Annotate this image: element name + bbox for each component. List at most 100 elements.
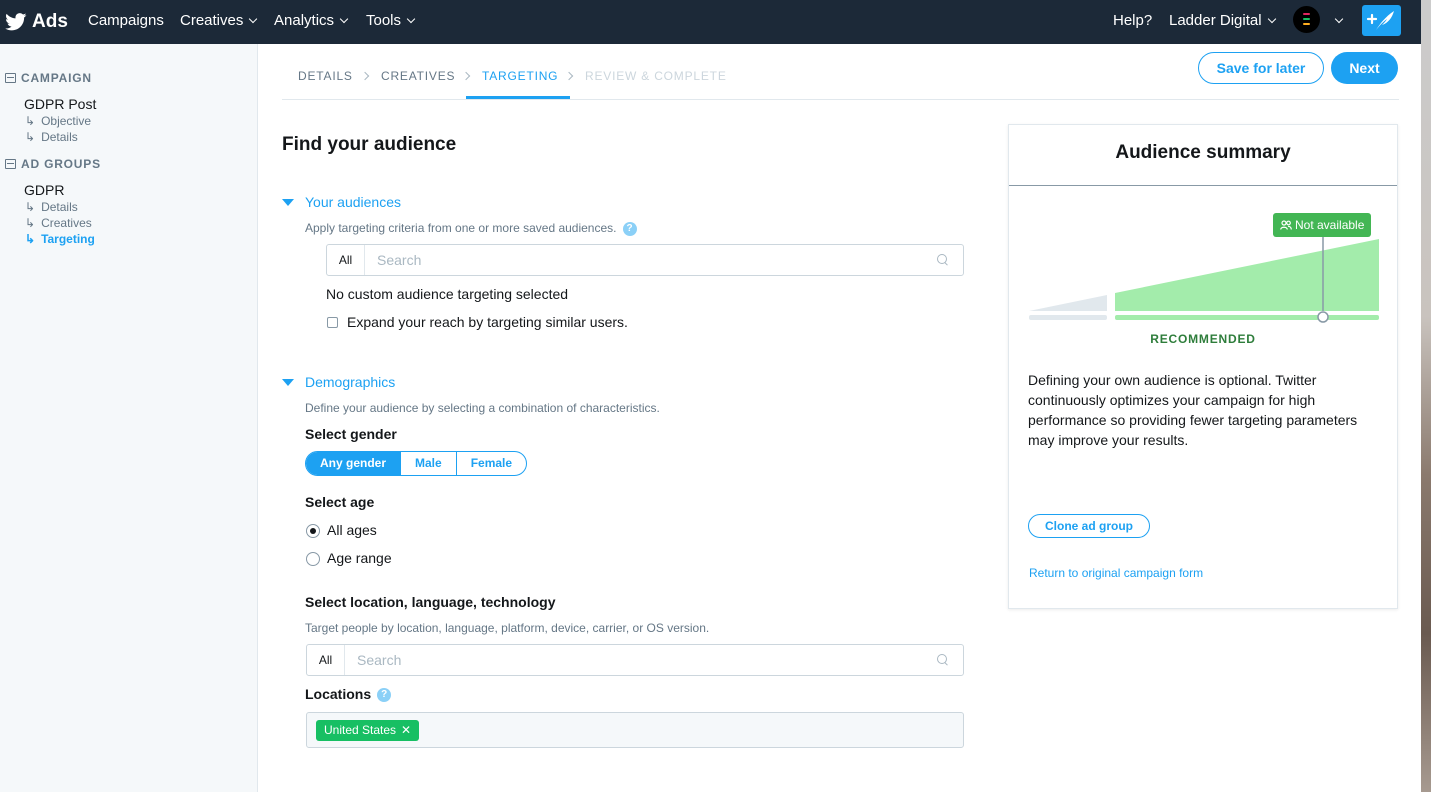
badge-label: Not available <box>1295 218 1365 232</box>
twitter-bird-icon <box>5 13 27 31</box>
description-text: Apply targeting criteria from one or mor… <box>305 221 617 235</box>
your-audiences-toggle[interactable]: Your audiences <box>305 194 401 210</box>
age-label: Select age <box>305 494 375 510</box>
clone-ad-group-button[interactable]: Clone ad group <box>1028 514 1150 538</box>
nav-creatives[interactable]: Creatives <box>180 0 258 44</box>
audience-search-input[interactable]: Search <box>377 245 421 275</box>
search-icon <box>937 254 948 265</box>
chevron-right-icon <box>461 71 471 81</box>
account-menu[interactable]: Ladder Digital <box>1169 0 1276 44</box>
nav-tools[interactable]: Tools <box>366 0 416 44</box>
audience-summary-card: Audience summary Not available RECOMMEND… <box>1008 124 1398 609</box>
demographics-toggle[interactable]: Demographics <box>305 374 395 390</box>
sub-arrow-icon: ↳ <box>25 200 36 214</box>
desktop-background-edge <box>1421 0 1431 792</box>
campaign-icon <box>5 73 16 83</box>
sidebar-item-campaign-name[interactable]: GDPR Post <box>24 96 96 112</box>
account-name: Ladder Digital <box>1169 12 1262 29</box>
campaign-heading-label: CAMPAIGN <box>21 71 92 85</box>
help-icon[interactable]: ? <box>377 688 392 703</box>
sidebar-item-objective[interactable]: ↳ Objective <box>25 114 91 128</box>
help-label: Help? <box>1113 12 1153 29</box>
compose-tweet-icon <box>1366 11 1394 30</box>
adgroups-heading-label: AD GROUPS <box>21 157 101 171</box>
audience-filter-all[interactable]: All <box>327 245 365 275</box>
sidebar-item-creatives[interactable]: ↳ Creatives <box>25 216 92 230</box>
age-option-range-label[interactable]: Age range <box>327 550 392 566</box>
sub-arrow-icon: ↳ <box>25 232 36 246</box>
save-for-later-button[interactable]: Save for later <box>1198 52 1324 84</box>
nav-analytics-label: Analytics <box>274 12 335 29</box>
no-audience-status: No custom audience targeting selected <box>326 286 569 302</box>
location-tag: United States ✕ <box>316 720 420 741</box>
sub-arrow-icon: ↳ <box>25 114 36 128</box>
location-search: All Search <box>306 644 964 676</box>
active-step-indicator <box>466 96 570 99</box>
brand-label: Ads <box>32 11 68 32</box>
help-link[interactable]: Help? <box>1113 0 1152 44</box>
sidebar-item-label: Details <box>41 130 78 144</box>
nav-campaigns[interactable]: Campaigns <box>88 0 164 44</box>
sidebar-item-targeting[interactable]: ↳ Targeting <box>25 232 95 246</box>
sidebar-item-adgroup-name[interactable]: GDPR <box>24 182 64 198</box>
sidebar-campaign-heading: CAMPAIGN <box>5 71 92 85</box>
your-audiences-description: Apply targeting criteria from one or mor… <box>305 221 637 236</box>
step-targeting[interactable]: TARGETING <box>482 69 558 83</box>
chevron-down-icon <box>339 14 349 24</box>
location-filter-all[interactable]: All <box>307 645 345 675</box>
ad-groups-icon <box>5 159 16 169</box>
sidebar-item-label: Targeting <box>41 232 95 246</box>
audience-search: All Search <box>326 244 964 276</box>
nav-analytics[interactable]: Analytics <box>274 0 349 44</box>
remove-tag-icon[interactable]: ✕ <box>401 723 411 737</box>
summary-description: Defining your own audience is optional. … <box>1028 372 1358 448</box>
gender-label: Select gender <box>305 426 397 442</box>
chevron-down-icon <box>1267 14 1276 24</box>
step-review-complete: REVIEW & COMPLETE <box>585 69 727 83</box>
chevron-right-icon <box>360 71 370 81</box>
locations-field[interactable]: United States ✕ <box>306 712 964 748</box>
gender-selector: Any gender Male Female <box>305 451 528 476</box>
nav-campaigns-label: Campaigns <box>88 12 164 29</box>
gender-option-male[interactable]: Male <box>400 452 456 475</box>
search-icon <box>937 654 948 665</box>
sub-arrow-icon: ↳ <box>25 130 36 144</box>
summary-title: Audience summary <box>1115 142 1291 163</box>
sub-arrow-icon: ↳ <box>25 216 36 230</box>
avatar[interactable] <box>1293 6 1320 33</box>
gender-option-female[interactable]: Female <box>455 452 526 475</box>
collapse-triangle-icon[interactable] <box>282 379 294 386</box>
age-radio-range[interactable] <box>306 552 320 566</box>
chevron-right-icon <box>564 71 574 81</box>
recommended-label: RECOMMENDED <box>1150 332 1256 346</box>
location-tag-label: United States <box>324 723 397 737</box>
demographics-description: Define your audience by selecting a comb… <box>305 401 660 415</box>
expand-reach-checkbox[interactable] <box>327 317 338 328</box>
sidebar-item-campaign-details[interactable]: ↳ Details <box>25 130 78 144</box>
chevron-down-icon <box>406 14 416 24</box>
location-search-input[interactable]: Search <box>357 645 401 675</box>
expand-reach-label[interactable]: Expand your reach by targeting similar u… <box>347 314 628 330</box>
gender-option-any[interactable]: Any gender <box>306 452 401 475</box>
step-creatives[interactable]: CREATIVES <box>381 69 455 83</box>
next-button[interactable]: Next <box>1331 52 1398 84</box>
location-section-label: Select location, language, technology <box>305 594 556 610</box>
page-title: Find your audience <box>282 134 457 155</box>
step-details[interactable]: DETAILS <box>298 69 353 83</box>
avatar-dropdown[interactable] <box>1329 0 1344 44</box>
sidebar-item-label: Creatives <box>41 216 92 230</box>
not-available-badge: Not available <box>1273 213 1372 237</box>
collapse-triangle-icon[interactable] <box>282 199 294 206</box>
brand[interactable]: Ads <box>5 9 68 35</box>
sidebar-item-adgroup-details[interactable]: ↳ Details <box>25 200 78 214</box>
locations-label: Locations? <box>305 686 392 703</box>
return-to-original-link[interactable]: Return to original campaign form <box>1029 566 1203 580</box>
locations-label-text: Locations <box>305 686 372 702</box>
location-description: Target people by location, language, pla… <box>305 621 710 635</box>
age-option-all-label[interactable]: All ages <box>327 522 377 538</box>
compose-tweet-button[interactable] <box>1362 5 1401 36</box>
age-radio-all[interactable] <box>306 524 320 538</box>
top-nav-bar: Ads Campaigns Creatives Analytics Tools … <box>0 0 1421 44</box>
sidebar-item-label: Objective <box>41 114 92 128</box>
help-icon[interactable]: ? <box>622 221 637 236</box>
